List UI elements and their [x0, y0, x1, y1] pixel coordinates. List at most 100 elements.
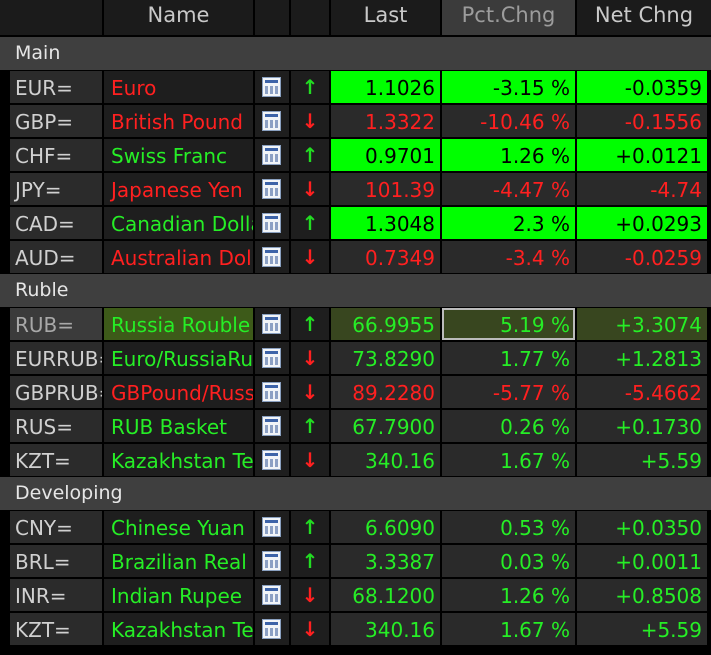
- last-price[interactable]: 1.3322: [331, 105, 440, 137]
- ric-code[interactable]: KZT=: [10, 444, 102, 476]
- last-price[interactable]: 1.3048: [331, 207, 440, 239]
- last-price[interactable]: 340.16: [331, 444, 440, 476]
- net-change[interactable]: -0.0259: [577, 241, 707, 273]
- net-change[interactable]: -0.1556: [577, 105, 707, 137]
- header-last[interactable]: Last: [331, 0, 442, 35]
- net-change[interactable]: -4.74: [577, 173, 707, 205]
- ric-code[interactable]: RUB=: [10, 308, 102, 340]
- table-row[interactable]: JPY= Japanese Yen ↓ 101.39 -4.47 % -4.74: [0, 172, 711, 206]
- net-change[interactable]: +0.0293: [577, 207, 707, 239]
- instrument-name[interactable]: Canadian Dollar: [104, 207, 253, 239]
- instrument-name[interactable]: Japanese Yen: [104, 173, 253, 205]
- quote-page-icon[interactable]: [262, 619, 281, 639]
- table-row[interactable]: CHF= Swiss Franc ↑ 0.9701 1.26 % +0.0121: [0, 138, 711, 172]
- quote-cell[interactable]: [255, 579, 289, 611]
- table-row[interactable]: GBPRUB=GBPound/RussiaRuble ↓ 89.2280-5.77 …: [0, 375, 711, 409]
- instrument-name[interactable]: Indian Rupee: [104, 579, 253, 611]
- instrument-name[interactable]: Kazakhstan Tenge: [104, 613, 253, 645]
- table-row[interactable]: EURRUB=Euro/RussiaRuble ↓ 73.82901.77 %+1.…: [0, 341, 711, 375]
- header-arrow-col[interactable]: [291, 0, 331, 35]
- percent-change[interactable]: -10.46 %: [442, 105, 575, 137]
- ric-code[interactable]: AUD=: [10, 241, 102, 273]
- net-change[interactable]: -5.4662: [577, 376, 707, 408]
- header-ric[interactable]: [0, 0, 104, 35]
- last-price[interactable]: 67.7900: [331, 410, 440, 442]
- instrument-name[interactable]: Swiss Franc: [104, 139, 253, 171]
- table-row[interactable]: EUR= Euro ↑ 1.1026 -3.15 % -0.0359: [0, 70, 711, 104]
- quote-cell[interactable]: [255, 308, 289, 340]
- table-row[interactable]: CAD=Canadian Dollar ↑ 1.30482.3 %+0.0293: [0, 206, 711, 240]
- ric-code[interactable]: EUR=: [10, 71, 102, 103]
- quote-page-icon[interactable]: [262, 416, 281, 436]
- ric-code[interactable]: KZT=: [10, 613, 102, 645]
- last-price[interactable]: 66.9955: [331, 308, 440, 340]
- instrument-name[interactable]: Australian Dollar: [104, 241, 253, 273]
- percent-change[interactable]: -5.77 %: [442, 376, 575, 408]
- quote-cell[interactable]: [255, 613, 289, 645]
- quote-cell[interactable]: [255, 342, 289, 374]
- percent-change[interactable]: 0.03 %: [442, 545, 575, 577]
- net-change[interactable]: -0.0359: [577, 71, 707, 103]
- last-price[interactable]: 68.1200: [331, 579, 440, 611]
- percent-change[interactable]: -4.47 %: [442, 173, 575, 205]
- quote-page-icon[interactable]: [262, 145, 281, 165]
- ric-code[interactable]: GBPRUB=: [10, 376, 102, 408]
- ric-code[interactable]: RUS=: [10, 410, 102, 442]
- percent-change[interactable]: 1.26 %: [442, 139, 575, 171]
- table-row[interactable]: GBP= British Pound ↓ 1.3322 -10.46 % -0.1556: [0, 104, 711, 138]
- quote-page-icon[interactable]: [262, 517, 281, 537]
- quote-page-icon[interactable]: [262, 247, 281, 267]
- percent-change[interactable]: 1.26 %: [442, 579, 575, 611]
- percent-change[interactable]: 1.67 %: [442, 613, 575, 645]
- ric-code[interactable]: INR=: [10, 579, 102, 611]
- instrument-name[interactable]: GBPound/RussiaRuble: [104, 376, 253, 408]
- net-change[interactable]: +5.59: [577, 613, 707, 645]
- table-row[interactable]: RUS= RUB Basket ↑ 67.7900 0.26 % +0.1730: [0, 409, 711, 443]
- ric-code[interactable]: JPY=: [10, 173, 102, 205]
- quote-page-icon[interactable]: [262, 314, 281, 334]
- header-pct-change[interactable]: Pct.Chng: [442, 0, 577, 35]
- last-price[interactable]: 1.1026: [331, 71, 440, 103]
- ric-code[interactable]: CNY=: [10, 511, 102, 543]
- net-change[interactable]: +1.2813: [577, 342, 707, 374]
- last-price[interactable]: 0.9701: [331, 139, 440, 171]
- instrument-name[interactable]: British Pound: [104, 105, 253, 137]
- net-change[interactable]: +0.0121: [577, 139, 707, 171]
- percent-change[interactable]: 1.77 %: [442, 342, 575, 374]
- instrument-name[interactable]: Chinese Yuan: [104, 511, 253, 543]
- quote-cell[interactable]: [255, 511, 289, 543]
- quote-cell[interactable]: [255, 105, 289, 137]
- quote-page-icon[interactable]: [262, 551, 281, 571]
- instrument-name[interactable]: Russia Rouble: [104, 308, 253, 340]
- ric-code[interactable]: CHF=: [10, 139, 102, 171]
- header-icon-col[interactable]: [255, 0, 291, 35]
- group-header[interactable]: Ruble: [0, 274, 711, 307]
- quote-cell[interactable]: [255, 545, 289, 577]
- quote-page-icon[interactable]: [262, 382, 281, 402]
- net-change[interactable]: +0.0011: [577, 545, 707, 577]
- quote-cell[interactable]: [255, 173, 289, 205]
- quote-page-icon[interactable]: [262, 179, 281, 199]
- last-price[interactable]: 73.8290: [331, 342, 440, 374]
- quote-page-icon[interactable]: [262, 585, 281, 605]
- last-price[interactable]: 340.16: [331, 613, 440, 645]
- quote-cell[interactable]: [255, 207, 289, 239]
- percent-change[interactable]: -3.15 %: [442, 71, 575, 103]
- last-price[interactable]: 6.6090: [331, 511, 440, 543]
- instrument-name[interactable]: Euro/RussiaRuble: [104, 342, 253, 374]
- ric-code[interactable]: CAD=: [10, 207, 102, 239]
- ric-code[interactable]: EURRUB=: [10, 342, 102, 374]
- quote-page-icon[interactable]: [262, 111, 281, 131]
- quote-cell[interactable]: [255, 444, 289, 476]
- table-row[interactable]: CNY= Chinese Yuan ↑ 6.6090 0.53 % +0.0350: [0, 510, 711, 544]
- table-row[interactable]: KZT=Kazakhstan Tenge ↓ 340.161.67 %+5.59: [0, 443, 711, 477]
- quote-cell[interactable]: [255, 71, 289, 103]
- group-header[interactable]: Developing: [0, 477, 711, 510]
- instrument-name[interactable]: Kazakhstan Tenge: [104, 444, 253, 476]
- quote-cell[interactable]: [255, 139, 289, 171]
- table-row[interactable]: INR= Indian Rupee ↓ 68.1200 1.26 % +0.8508: [0, 578, 711, 612]
- table-row[interactable]: BRL= Brazilian Real ↑ 3.3387 0.03 % +0.0011: [0, 544, 711, 578]
- quote-page-icon[interactable]: [262, 450, 281, 470]
- net-change[interactable]: +0.8508: [577, 579, 707, 611]
- header-name[interactable]: Name: [104, 0, 255, 35]
